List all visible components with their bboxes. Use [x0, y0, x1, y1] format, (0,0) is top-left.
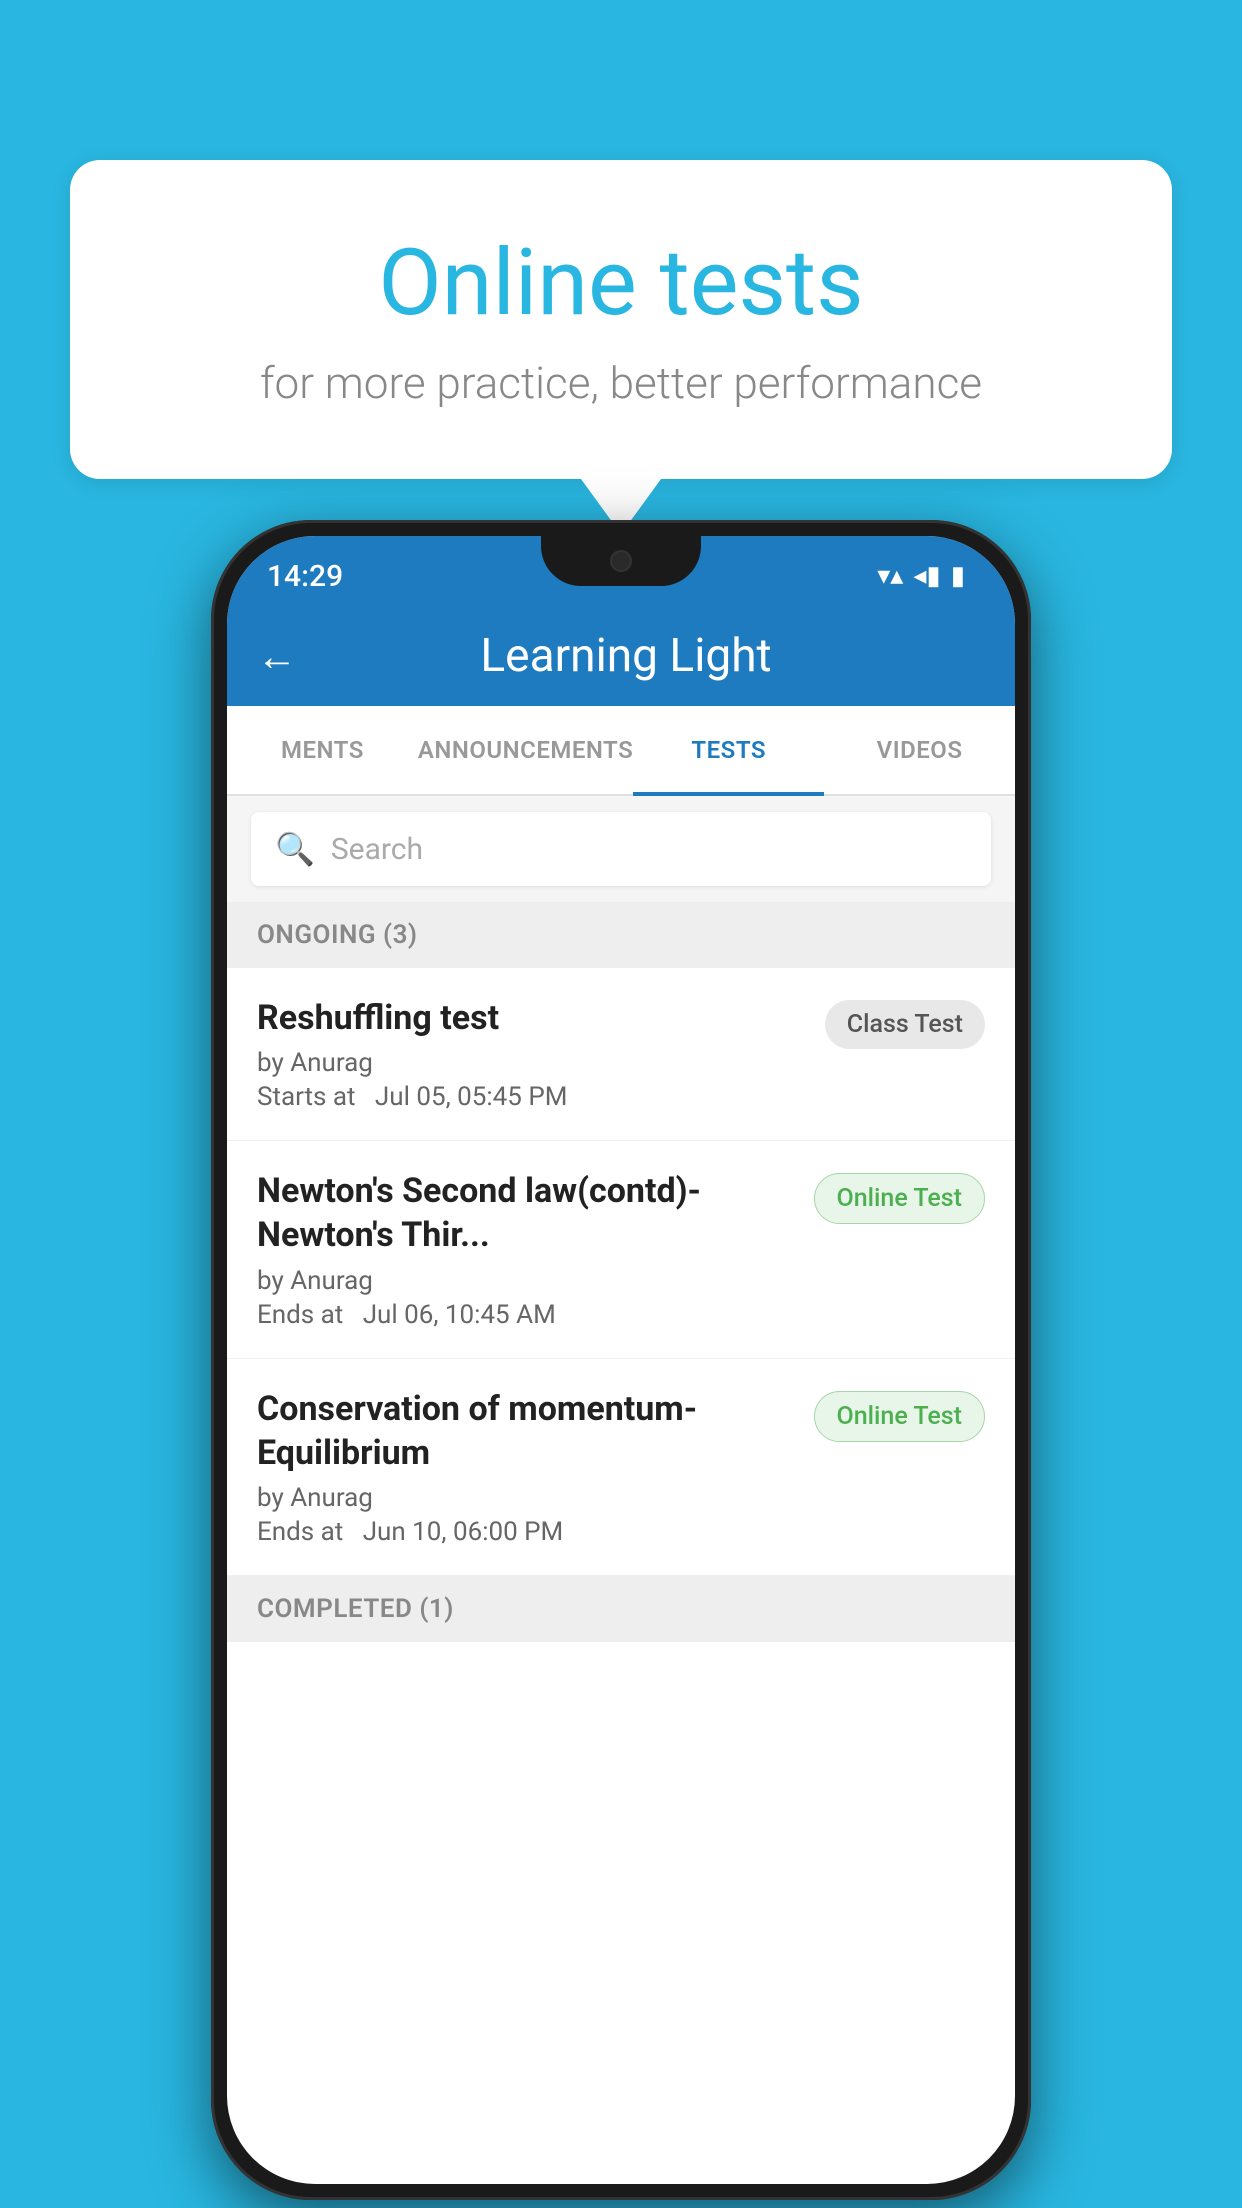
test-item-1[interactable]: Reshuffling test by Anurag Starts at Jul… [227, 968, 1015, 1141]
speech-bubble-wrapper: Online tests for more practice, better p… [70, 160, 1172, 534]
search-input[interactable]: Search [331, 832, 423, 867]
ongoing-label: ONGOING (3) [257, 920, 418, 950]
tab-tests[interactable]: TESTS [633, 706, 824, 794]
test-title-1: Reshuffling test [257, 996, 809, 1040]
speech-bubble-title: Online tests [150, 230, 1092, 337]
back-button[interactable]: ← [257, 633, 297, 680]
tab-videos[interactable]: VIDEOS [824, 706, 1015, 794]
tab-ments[interactable]: MENTS [227, 706, 418, 794]
test-author-1: by Anurag [257, 1048, 809, 1078]
test-badge-3: Online Test [814, 1391, 985, 1442]
test-title-2: Newton's Second law(contd)-Newton's Thir… [257, 1169, 798, 1257]
ongoing-section-header: ONGOING (3) [227, 902, 1015, 968]
test-info-1: Reshuffling test by Anurag Starts at Jul… [257, 996, 809, 1112]
app-bar: ← Learning Light [227, 606, 1015, 706]
phone-outer: 14:29 ▾▴ ◂▮ ▮ ← Learning Light MENTS ANN… [211, 520, 1031, 2200]
test-info-3: Conservation of momentum-Equilibrium by … [257, 1387, 798, 1547]
test-badge-2: Online Test [814, 1173, 985, 1224]
test-date-1: Starts at Jul 05, 05:45 PM [257, 1082, 809, 1112]
tabs-bar: MENTS ANNOUNCEMENTS TESTS VIDEOS [227, 706, 1015, 796]
test-date-3: Ends at Jun 10, 06:00 PM [257, 1517, 798, 1547]
phone-screen: 14:29 ▾▴ ◂▮ ▮ ← Learning Light MENTS ANN… [227, 536, 1015, 2184]
test-item-3[interactable]: Conservation of momentum-Equilibrium by … [227, 1359, 1015, 1576]
app-bar-title: Learning Light [327, 629, 925, 683]
tab-announcements[interactable]: ANNOUNCEMENTS [418, 706, 633, 794]
speech-bubble: Online tests for more practice, better p… [70, 160, 1172, 479]
test-item-2[interactable]: Newton's Second law(contd)-Newton's Thir… [227, 1141, 1015, 1358]
status-time: 14:29 [267, 559, 343, 594]
test-badge-1: Class Test [825, 1000, 985, 1049]
search-icon: 🔍 [275, 830, 315, 868]
phone-notch [541, 536, 701, 586]
test-author-2: by Anurag [257, 1266, 798, 1296]
camera-icon [610, 550, 632, 572]
speech-bubble-subtitle: for more practice, better performance [150, 357, 1092, 409]
completed-section-header: COMPLETED (1) [227, 1576, 1015, 1642]
test-title-3: Conservation of momentum-Equilibrium [257, 1387, 798, 1475]
search-container: 🔍 Search [227, 796, 1015, 902]
battery-icon: ▮ [951, 561, 965, 591]
status-icons: ▾▴ ◂▮ ▮ [877, 561, 965, 591]
test-author-3: by Anurag [257, 1483, 798, 1513]
signal-icon: ◂▮ [913, 561, 940, 591]
test-info-2: Newton's Second law(contd)-Newton's Thir… [257, 1169, 798, 1329]
search-bar[interactable]: 🔍 Search [251, 812, 991, 886]
test-date-2: Ends at Jul 06, 10:45 AM [257, 1300, 798, 1330]
wifi-icon: ▾▴ [877, 561, 903, 591]
completed-label: COMPLETED (1) [257, 1594, 454, 1624]
phone-wrapper: 14:29 ▾▴ ◂▮ ▮ ← Learning Light MENTS ANN… [211, 520, 1031, 2200]
